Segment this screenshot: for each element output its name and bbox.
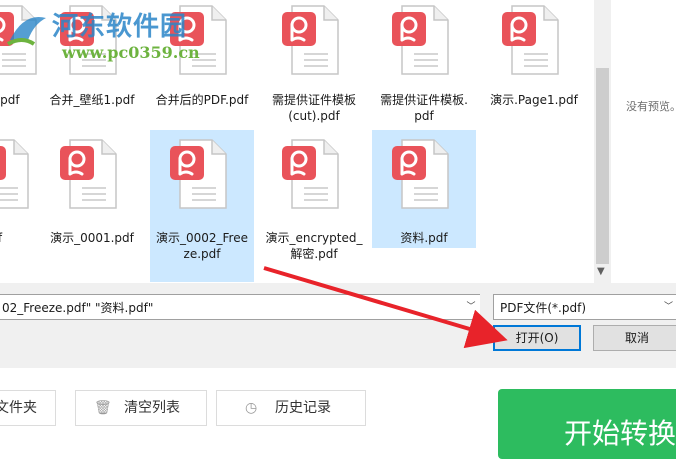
- file-item[interactable]: 合并后的PDF.pdf: [150, 0, 254, 116]
- file-name: 演示.Page1.pdf: [490, 93, 578, 107]
- file-item[interactable]: 需提供证件模板.pdf: [372, 0, 476, 130]
- open-file-dialog: .pdf 合并_壁纸1.pdf 合并后的PDF.pdf 需提供证件模板(cut)…: [0, 0, 676, 368]
- pdf-file-icon: [56, 2, 120, 78]
- clear-list-label: 清空列表: [124, 400, 180, 416]
- file-item-selected[interactable]: 演示_0002_Freeze.pdf: [150, 130, 254, 282]
- file-name: 演示_encrypted_解密.pdf: [265, 231, 363, 261]
- file-name: 演示_0002_Freeze.pdf: [155, 231, 248, 261]
- chevron-down-icon: ﹀: [664, 302, 674, 312]
- scroll-down-icon[interactable]: ▼: [597, 266, 605, 277]
- pdf-file-icon: [166, 136, 230, 212]
- vertical-scrollbar[interactable]: ▼: [594, 0, 611, 283]
- start-convert-label: 开始转换: [564, 417, 676, 450]
- pdf-file-icon: [166, 2, 230, 78]
- pdf-file-icon: [0, 136, 32, 212]
- preview-pane: 没有预览。: [611, 0, 676, 283]
- file-name: 演示_0001.pdf: [50, 231, 134, 245]
- chevron-down-icon[interactable]: ﹀: [462, 295, 480, 319]
- file-name: 需提供证件模板(cut).pdf: [271, 93, 356, 123]
- file-list-pane: .pdf 合并_壁纸1.pdf 合并后的PDF.pdf 需提供证件模板(cut)…: [0, 0, 594, 283]
- add-folder-label: 文件夹: [0, 400, 37, 416]
- file-name: 资料.pdf: [400, 231, 448, 245]
- pdf-file-icon: [0, 2, 40, 78]
- pdf-file-icon: [278, 2, 342, 78]
- no-preview-text: 没有预览。: [626, 100, 676, 113]
- history-label: 历史记录: [275, 400, 331, 416]
- file-name: 合并_壁纸1.pdf: [49, 93, 135, 107]
- history-button[interactable]: ◷ 历史记录: [216, 390, 366, 426]
- file-item[interactable]: 演示_0001.pdf: [40, 132, 144, 252]
- file-item[interactable]: 演示.Page1.pdf: [482, 0, 586, 116]
- start-convert-button[interactable]: 开始转换: [498, 389, 676, 459]
- add-folder-button[interactable]: 文件夹: [0, 390, 56, 426]
- file-item[interactable]: 需提供证件模板(cut).pdf: [262, 0, 366, 130]
- scrollbar-thumb[interactable]: [596, 68, 609, 264]
- file-name: 需提供证件模板.pdf: [380, 93, 468, 123]
- pdf-file-icon: [388, 136, 452, 212]
- pdf-file-icon: [498, 2, 562, 78]
- filetype-select[interactable]: PDF文件(*.pdf) ﹀: [493, 294, 676, 320]
- pdf-file-icon: [388, 2, 452, 78]
- clear-list-button[interactable]: 🗑 清空列表: [75, 390, 207, 426]
- pdf-file-icon: [56, 136, 120, 212]
- trash-icon: 🗑: [94, 400, 112, 416]
- file-item-selected[interactable]: 资料.pdf: [372, 130, 476, 248]
- filetype-value: PDF文件(*.pdf): [500, 301, 587, 315]
- clock-icon: ◷: [245, 400, 258, 416]
- filename-input[interactable]: 02_Freeze.pdf" "资料.pdf": [0, 294, 480, 320]
- file-name: 合并后的PDF.pdf: [155, 93, 249, 107]
- pdf-file-icon: [278, 136, 342, 212]
- cancel-button[interactable]: 取消: [593, 325, 676, 351]
- file-item[interactable]: 合并_壁纸1.pdf: [40, 0, 144, 116]
- file-item[interactable]: 演示_encrypted_解密.pdf: [262, 132, 366, 266]
- open-button[interactable]: 打开(O): [493, 325, 581, 351]
